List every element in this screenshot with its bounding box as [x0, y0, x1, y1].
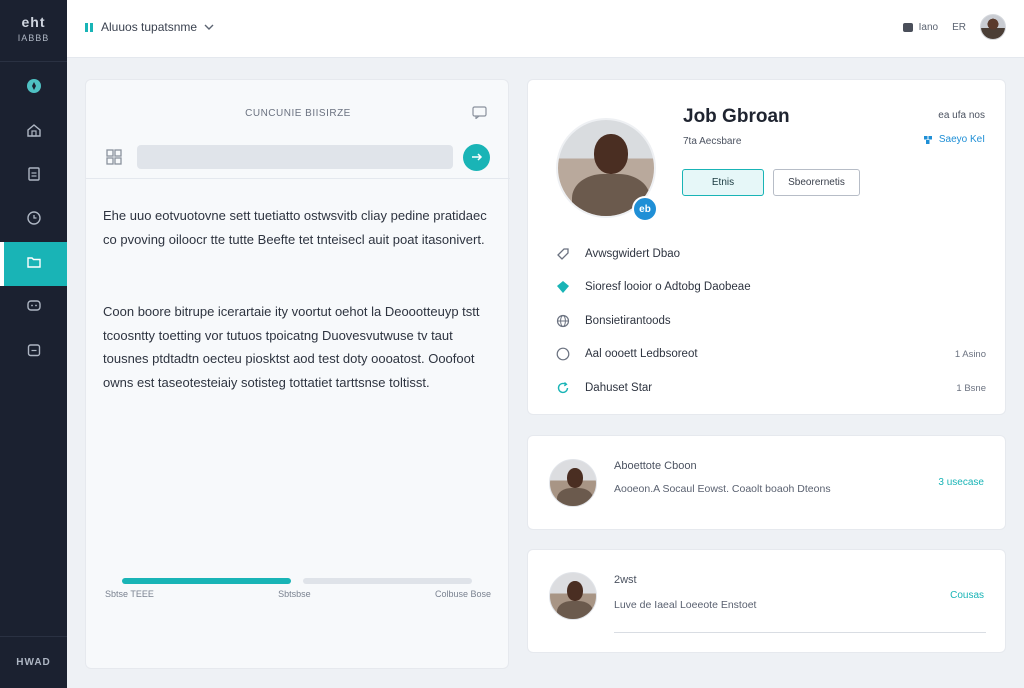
sidebar-item-history[interactable]	[0, 198, 67, 242]
verified-badge: eb	[632, 196, 658, 222]
progress-bar	[122, 578, 472, 584]
refresh-icon	[556, 381, 570, 395]
sidebar: eht IABBB HWAD	[0, 0, 67, 688]
language-selector[interactable]: ER	[952, 22, 966, 33]
tag-icon	[556, 247, 570, 261]
chevron-down-icon	[204, 20, 214, 34]
detail-meta: 1 Asino	[954, 348, 986, 360]
compass-icon	[26, 78, 42, 99]
top-header: Aluuos tupatsnme Iano ER	[67, 0, 1024, 58]
detail-value: Avwsgwidert Dbao	[585, 248, 681, 260]
submit-button[interactable]	[463, 143, 490, 171]
profile-detail-row: Avwsgwidert Dbao	[556, 244, 986, 264]
header-actions: Iano ER	[902, 14, 1006, 40]
calendar-icon	[26, 342, 42, 363]
progress-label-end: Colbuse Bose	[434, 589, 491, 599]
profile-subtitle: 7ta Aecsbare	[683, 136, 742, 147]
brand-name: eht	[21, 14, 46, 30]
profile-detail-row: Dahuset Star 1 Bsne	[556, 378, 986, 398]
progress-fill	[122, 578, 291, 584]
folder-icon	[26, 254, 42, 275]
profile-meta: ea ufa nos	[938, 110, 985, 121]
sidebar-item-home[interactable]	[0, 110, 67, 154]
document-icon	[26, 166, 42, 187]
message-avatar	[549, 459, 597, 507]
message-action-link[interactable]: 3 usecase	[938, 477, 984, 488]
chat-icon	[26, 298, 42, 319]
workspace-icon	[85, 22, 94, 32]
brand-logo[interactable]: eht IABBB	[0, 0, 67, 62]
status-text: Iano	[918, 21, 939, 33]
sidebar-item-documents[interactable]	[0, 154, 67, 198]
avatar-head	[594, 134, 628, 174]
profile-detail-row: Bonsietirantoods	[556, 311, 986, 331]
message-title: 2wst	[614, 574, 637, 586]
message-card[interactable]: Aboettote Cboon Aooeon.A Socaul Eowst. C…	[527, 435, 1006, 530]
primary-action-button[interactable]: Etnis	[682, 169, 764, 196]
detail-value: Aal oooett Ledbsoreot	[585, 348, 698, 360]
status-indicator[interactable]: Iano	[902, 21, 939, 33]
detail-value: Sioresf looior o Adtobg Daobeae	[585, 281, 751, 293]
message-avatar	[549, 572, 597, 620]
message-text: Luve de Iaeal Loeeote Enstoet	[614, 599, 757, 611]
secondary-action-button[interactable]: Sbeorernetis	[773, 169, 860, 196]
progress-label-middle: Sbtsbse	[278, 589, 311, 599]
message-card[interactable]: 2wst Luve de Iaeal Loeeote Enstoet Cousa…	[527, 549, 1006, 653]
camera-icon	[902, 22, 913, 32]
document-panel: CUNCUNIE BIISIRZE Ehe uuo eotvuotovne se…	[85, 79, 510, 669]
detail-meta: 1 Bsne	[956, 382, 986, 394]
profile-card: eb Job Gbroan 7ta Aecsbare ea ufa nos Sa…	[527, 79, 1006, 415]
sidebar-item-calendar[interactable]	[0, 330, 67, 374]
home-icon	[26, 122, 42, 143]
message-action-link[interactable]: Cousas	[950, 590, 984, 601]
profile-link-label: Saeyo KeI	[938, 134, 985, 145]
avatar-head	[567, 581, 583, 601]
search-row	[106, 143, 490, 171]
progress-labels: Sbtse TEEE Sbtsbse Colbuse Bose	[105, 589, 491, 599]
profile-name: Job Gbroan	[683, 106, 790, 127]
detail-value: Dahuset Star	[585, 382, 653, 394]
progress-label-start: Sbtse TEEE	[105, 589, 154, 599]
progress-track	[303, 578, 472, 584]
profile-detail-row: Aal oooett Ledbsoreot 1 Asino	[556, 344, 986, 364]
sidebar-item-explore[interactable]	[0, 66, 67, 110]
avatar-head	[567, 468, 583, 488]
workspace-label: Aluuos tupatsnme	[101, 20, 198, 34]
divider	[86, 178, 510, 179]
workspace-switcher[interactable]: Aluuos tupatsnme	[85, 20, 214, 34]
message-title: Aboettote Cboon	[614, 460, 697, 472]
pin-icon	[923, 135, 933, 145]
profile-link[interactable]: Saeyo KeI	[923, 134, 985, 145]
panel-title: CUNCUNIE BIISIRZE	[245, 108, 351, 119]
body-paragraph: Coon boore bitrupe icerartaie ity voortu…	[103, 304, 480, 390]
diamond-icon	[556, 280, 570, 294]
avatar-body	[557, 601, 593, 619]
comment-icon[interactable]	[472, 106, 488, 120]
divider	[614, 632, 986, 633]
sidebar-footer[interactable]: HWAD	[0, 636, 67, 688]
avatar-body	[557, 488, 593, 506]
sidebar-item-files[interactable]	[0, 242, 67, 286]
user-avatar[interactable]	[980, 14, 1006, 40]
detail-value: Bonsietirantoods	[585, 315, 671, 327]
search-input[interactable]	[137, 145, 453, 169]
brand-subtitle: IABBB	[17, 33, 50, 43]
grid-icon[interactable]	[106, 149, 122, 165]
send-icon	[471, 150, 483, 165]
clock-icon	[26, 210, 42, 231]
message-text: Aooeon.A Socaul Eowst. Coaolt boaoh Dteo…	[614, 483, 831, 495]
profile-detail-row: Sioresf looior o Adtobg Daobeae	[556, 277, 986, 297]
body-paragraph: Ehe uuo eotvuotovne sett tuetiatto ostws…	[103, 208, 487, 247]
globe-icon	[556, 314, 570, 328]
sidebar-item-messages[interactable]	[0, 286, 67, 330]
sidebar-nav	[0, 66, 67, 374]
info-icon	[556, 347, 570, 361]
